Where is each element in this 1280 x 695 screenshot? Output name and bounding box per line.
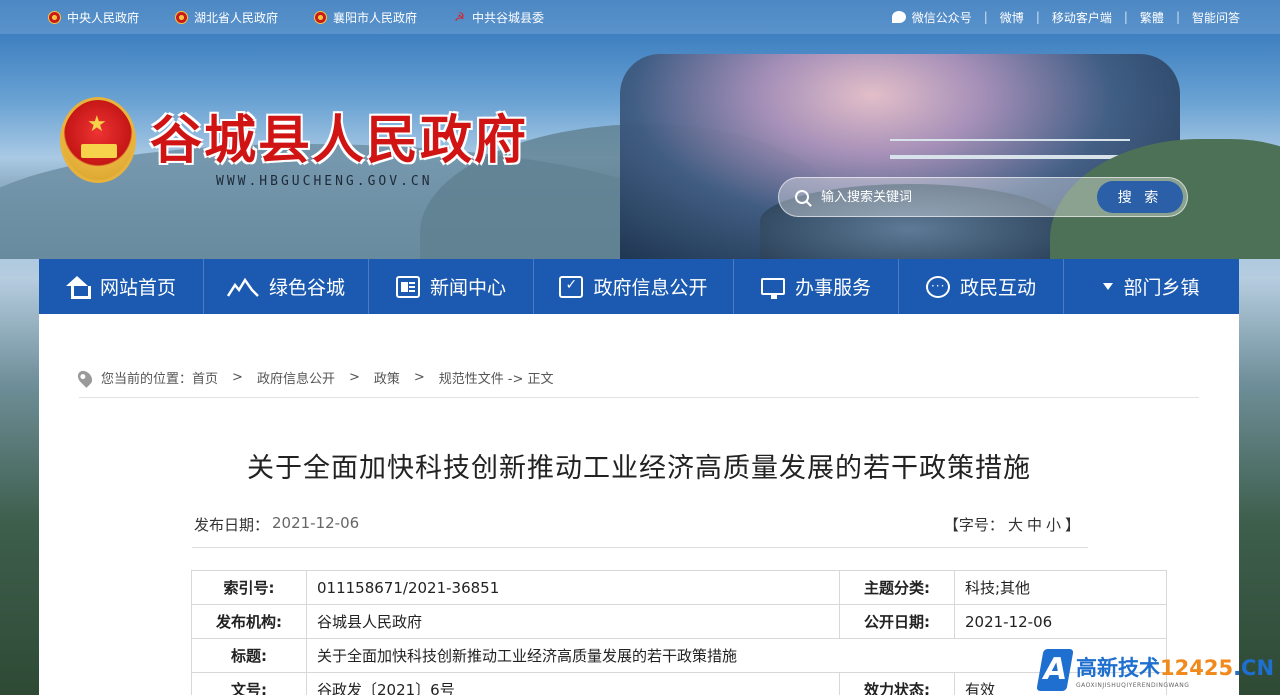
table-row: 发布机构: 谷城县人民政府 公开日期: 2021-12-06 [191, 604, 1167, 639]
article-meta: 发布日期： 2021-12-06 【字号：大中小】 [192, 510, 1088, 548]
breadcrumb: 您当前的位置： 首页 > 政府信息公开 > 政策 > 规范性文件 -> 正文 [75, 358, 1199, 398]
wechat-icon [891, 11, 906, 23]
location-pin-icon [75, 367, 95, 388]
nav-news-center[interactable]: 新闻中心 [369, 259, 534, 314]
watermark-a-icon: A [1036, 649, 1074, 691]
national-emblem-icon [314, 10, 328, 24]
link-hubei-gov[interactable]: 湖北省人民政府 [175, 9, 278, 26]
title-value: 关于全面加快科技创新推动工业经济高质量发展的若干政策措施 [306, 638, 1167, 673]
gov-links: 中央人民政府 湖北省人民政府 襄阳市人民政府 ☭ 中共谷城县委 [48, 9, 544, 26]
breadcrumb-separator: > [232, 370, 243, 385]
news-icon [395, 275, 420, 298]
index-value: 011158671/2021-36851 [306, 570, 840, 605]
bridge-scenery [890, 139, 1130, 159]
document-info-table: 索引号: 011158671/2021-36851 主题分类: 科技;其他 发布… [191, 570, 1167, 695]
font-size-small[interactable]: 小 [1046, 516, 1061, 534]
watermark-subtext: GAOXINJISHUQIYERENDINGWANG [1076, 681, 1190, 689]
chat-icon [925, 275, 950, 298]
watermark-logo: A 高新技术12425.CN GAOXINJISHUQIYERENDINGWAN… [1036, 645, 1280, 695]
breadcrumb-current: -> 正文 [507, 372, 554, 387]
site-url: WWW.HBGUCHENG.GOV.CN [216, 174, 433, 189]
topic-label: 主题分类: [839, 570, 955, 605]
nav-green-gucheng[interactable]: 绿色谷城 [204, 259, 369, 314]
topic-value: 科技;其他 [954, 570, 1167, 605]
breadcrumb-separator: > [348, 370, 360, 385]
publish-date: 2021-12-06 [272, 514, 360, 532]
status-label: 效力状态: [839, 672, 955, 695]
watermark-text: 高新技术12425.CN [1076, 655, 1275, 680]
table-row: 文号: 谷政发〔2021〕6号 效力状态: 有效 [191, 672, 1167, 695]
font-size-medium[interactable]: 中 [1027, 516, 1042, 534]
divider: | [1035, 10, 1040, 24]
pubdate-value: 2021-12-06 [954, 604, 1167, 639]
utility-links: 微信公众号 | 微博 | 移动客户端 | 繁體 | 智能问答 [891, 9, 1240, 26]
national-emblem-icon [48, 10, 61, 24]
table-row: 索引号: 011158671/2021-36851 主题分类: 科技;其他 [191, 570, 1167, 605]
national-emblem-icon [175, 10, 189, 24]
search-button[interactable]: 搜 索 [1097, 181, 1183, 213]
nav-home[interactable]: 网站首页 [39, 259, 204, 314]
home-icon [65, 275, 91, 299]
org-value: 谷城县人民政府 [306, 604, 840, 639]
title-label: 标题: [191, 638, 307, 673]
publish-date-label: 发布日期： [194, 516, 270, 534]
link-gucheng-party[interactable]: ☭ 中共谷城县委 [453, 9, 544, 26]
link-central-gov[interactable]: 中央人民政府 [48, 9, 139, 26]
national-emblem-logo: ★ [60, 97, 136, 183]
breadcrumb-separator: > [413, 370, 425, 385]
nav-departments[interactable]: 部门乡镇 [1064, 259, 1239, 314]
pubdate-label: 公开日期: [839, 604, 955, 639]
search-box: 搜 索 [778, 177, 1188, 217]
link-weibo[interactable]: 微博 [1000, 9, 1024, 26]
site-header: ★ 谷城县人民政府 WWW.HBGUCHENG.GOV.CN 搜 索 [0, 34, 1280, 259]
main-nav: 网站首页 绿色谷城 新闻中心 政府信息公开 办事服务 政民互动 部门乡镇 [39, 259, 1239, 314]
link-wechat[interactable]: 微信公众号 [891, 9, 972, 26]
org-label: 发布机构: [191, 604, 307, 639]
nav-services[interactable]: 办事服务 [734, 259, 899, 314]
docno-label: 文号: [191, 672, 307, 695]
docno-value: 谷政发〔2021〕6号 [306, 672, 840, 695]
nav-interaction[interactable]: 政民互动 [899, 259, 1064, 314]
font-size-large[interactable]: 大 [1008, 516, 1023, 534]
link-xiangyang-gov[interactable]: 襄阳市人民政府 [314, 9, 417, 26]
monitor-icon [760, 278, 785, 299]
divider: | [983, 10, 988, 24]
link-mobile-client[interactable]: 移动客户端 [1052, 9, 1112, 26]
breadcrumb-gov-info[interactable]: 政府信息公开 [257, 368, 335, 387]
table-row: 标题: 关于全面加快科技创新推动工业经济高质量发展的若干政策措施 [191, 638, 1167, 673]
breadcrumb-prefix: 您当前的位置： [101, 372, 193, 387]
index-label: 索引号: [191, 570, 307, 605]
link-smart-qa[interactable]: 智能问答 [1192, 9, 1240, 26]
search-input[interactable] [821, 189, 1097, 205]
link-traditional-chinese[interactable]: 繁體 [1140, 9, 1164, 26]
breadcrumb-policy[interactable]: 政策 [374, 368, 400, 387]
site-name: 谷城县人民政府 [150, 110, 529, 171]
mountain-icon [226, 277, 259, 297]
caret-down-icon [1103, 283, 1114, 290]
party-emblem-icon: ☭ [454, 9, 465, 24]
divider: | [1175, 10, 1180, 24]
top-bar: 中央人民政府 湖北省人民政府 襄阳市人民政府 ☭ 中共谷城县委 微信公众号 | 微… [0, 0, 1280, 34]
nav-gov-info[interactable]: 政府信息公开 [534, 259, 734, 314]
divider: | [1123, 10, 1128, 24]
breadcrumb-normative-docs[interactable]: 规范性文件 [439, 368, 504, 387]
font-size-switcher: 【字号：大中小】 [943, 516, 1080, 534]
article-title: 关于全面加快科技创新推动工业经济高质量发展的若干政策措施 [247, 453, 1031, 484]
info-disclosure-icon [559, 275, 584, 298]
content-panel: 您当前的位置： 首页 > 政府信息公开 > 政策 > 规范性文件 -> 正文 关… [39, 314, 1239, 695]
breadcrumb-home[interactable]: 首页 [192, 368, 218, 387]
search-icon [795, 190, 809, 204]
